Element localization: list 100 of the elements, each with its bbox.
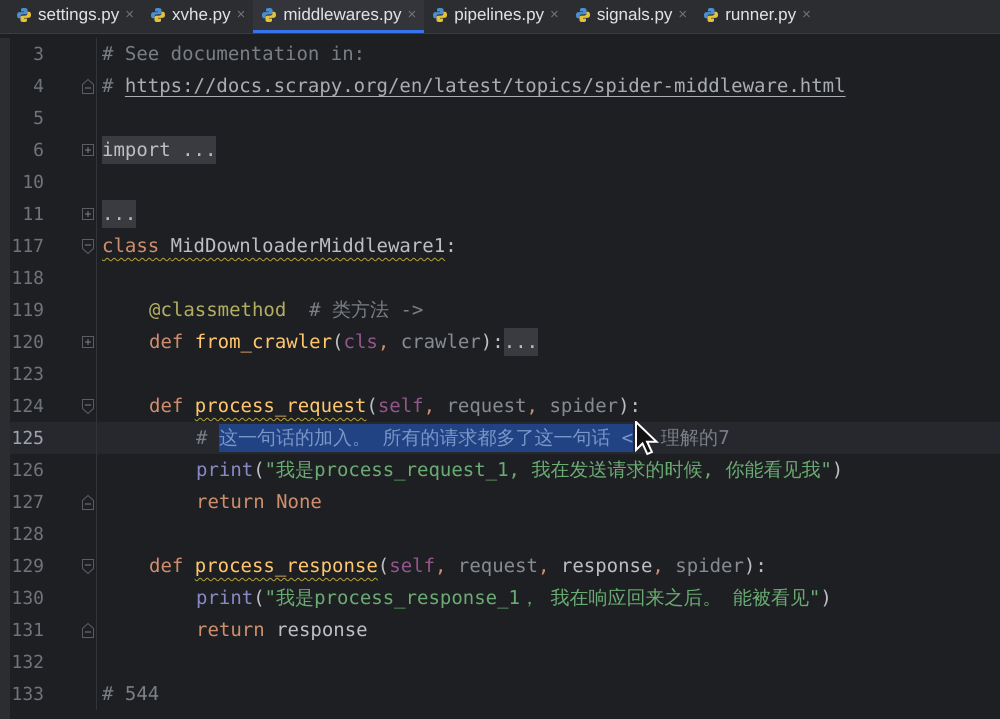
function-name: process_response <box>194 554 378 579</box>
expand-fold-icon[interactable] <box>82 144 94 156</box>
selected-text: 这一句话的加入。 所有的请求都多了这一句话 < <box>218 424 634 452</box>
code-keyword: , <box>652 554 665 579</box>
line-number: 120 <box>10 330 44 354</box>
python-file-icon <box>150 7 166 23</box>
collapse-fold-icon[interactable] <box>82 558 94 574</box>
code-keyword: return None <box>196 490 322 515</box>
file-tab[interactable]: middlewares.py × <box>253 0 424 33</box>
code-comment: # 类方法 -> <box>308 298 424 323</box>
tab-label: middlewares.py <box>283 4 402 26</box>
code-comment: # 544 <box>102 682 160 707</box>
code-keyword: , <box>526 394 539 419</box>
line-number: 11 <box>21 202 44 226</box>
tab-label: signals.py <box>596 4 672 26</box>
tab-label: pipelines.py <box>454 4 544 26</box>
function-name: process_request <box>194 394 366 419</box>
code-comment: # <box>102 74 114 99</box>
line-number: 123 <box>10 362 44 386</box>
expand-fold-icon[interactable] <box>82 336 94 348</box>
code-text: ( <box>332 330 344 355</box>
code-keyword: , <box>378 330 390 355</box>
parameter-text: request <box>446 394 527 419</box>
code-keyword: def <box>149 394 184 419</box>
python-file-icon <box>261 7 278 23</box>
line-number: 130 <box>10 586 44 610</box>
code-text: ( <box>378 554 390 579</box>
line-number: 117 <box>10 234 44 258</box>
code-comment: 理解的7 <box>661 426 730 451</box>
code-text: MidDownloaderMiddleware1 <box>170 234 446 259</box>
code-keyword: return <box>196 618 266 643</box>
code-keyword: , <box>435 554 448 579</box>
line-number: 3 <box>32 42 44 66</box>
tab-label: settings.py <box>38 4 120 26</box>
builtin-name: print <box>196 458 254 483</box>
file-tab[interactable]: signals.py × <box>566 0 696 33</box>
line-number: 5 <box>32 106 44 130</box>
code-keyword: def <box>149 330 184 355</box>
code-text: : <box>445 234 457 259</box>
code-keyword: , <box>424 394 436 419</box>
line-number: 119 <box>10 298 44 322</box>
decorator-text: @classmethod <box>149 298 286 323</box>
line-number: 132 <box>10 650 44 674</box>
python-file-icon <box>432 7 448 23</box>
code-text: ): <box>618 394 641 419</box>
builtin-name: print <box>196 586 254 611</box>
code-text: response <box>560 554 652 579</box>
line-number: 128 <box>10 522 44 546</box>
code-keyword: def <box>149 554 184 579</box>
string-literal: "我是process_response_1， 我在响应回来之后。 能被看见" <box>264 586 820 611</box>
line-number: 126 <box>10 458 44 482</box>
code-text: ( <box>253 458 265 483</box>
file-tab[interactable]: runner.py × <box>695 0 819 33</box>
python-file-icon <box>574 7 591 23</box>
folded-code[interactable]: ... <box>102 200 136 228</box>
python-file-icon <box>16 7 32 23</box>
expand-fold-icon[interactable] <box>82 208 94 220</box>
parameter-text: request <box>458 554 538 579</box>
code-comment: # <box>196 426 208 451</box>
folded-code[interactable]: import ... <box>102 136 216 164</box>
tab-label: runner.py <box>725 4 796 26</box>
line-number: 127 <box>10 490 44 514</box>
code-text: ( <box>366 394 378 419</box>
code-text: ): <box>480 330 504 355</box>
line-number: 10 <box>21 170 44 194</box>
code-text: ) <box>820 586 832 611</box>
line-number: 124 <box>10 394 44 418</box>
doc-link[interactable]: https://docs.scrapy.org/en/latest/topics/spider-middleware.html <box>124 72 846 100</box>
code-text: ( <box>253 586 265 611</box>
string-literal: "我是process_request_1, 我在发送请求的时候, 你能看见我" <box>264 458 832 483</box>
tab-label: xvhe.py <box>172 4 231 26</box>
code-text: response <box>276 618 368 643</box>
code-text: ): <box>744 554 767 579</box>
function-name: from_crawler <box>194 330 332 355</box>
python-file-icon <box>703 7 720 23</box>
mouse-pointer-icon <box>635 421 660 457</box>
code-comment: # See documentation in: <box>102 42 366 67</box>
fold-end-icon[interactable] <box>82 494 94 510</box>
file-tab[interactable]: xvhe.py × <box>142 0 254 33</box>
file-tab[interactable]: pipelines.py × <box>424 0 567 33</box>
code-keyword: , <box>538 554 550 579</box>
fold-end-icon[interactable] <box>82 78 94 94</box>
code-text: ) <box>832 458 844 483</box>
line-number: 6 <box>32 138 44 162</box>
line-number: 118 <box>10 266 44 290</box>
parameter-text: cls <box>344 330 378 355</box>
collapse-fold-icon[interactable] <box>82 398 94 414</box>
code-keyword: class <box>102 234 160 259</box>
parameter-text: self <box>378 394 424 419</box>
file-tab[interactable]: settings.py × <box>8 0 142 33</box>
line-number: 4 <box>32 74 44 98</box>
line-number: 129 <box>10 554 44 578</box>
parameter-text: self <box>389 554 436 579</box>
collapse-fold-icon[interactable] <box>82 238 94 254</box>
parameter-text: crawler <box>400 330 481 355</box>
line-number: 125 <box>10 426 44 450</box>
parameter-text: spider <box>675 554 744 579</box>
folded-code[interactable]: ... <box>504 328 538 356</box>
line-number: 131 <box>10 618 44 642</box>
fold-end-icon[interactable] <box>82 622 94 638</box>
